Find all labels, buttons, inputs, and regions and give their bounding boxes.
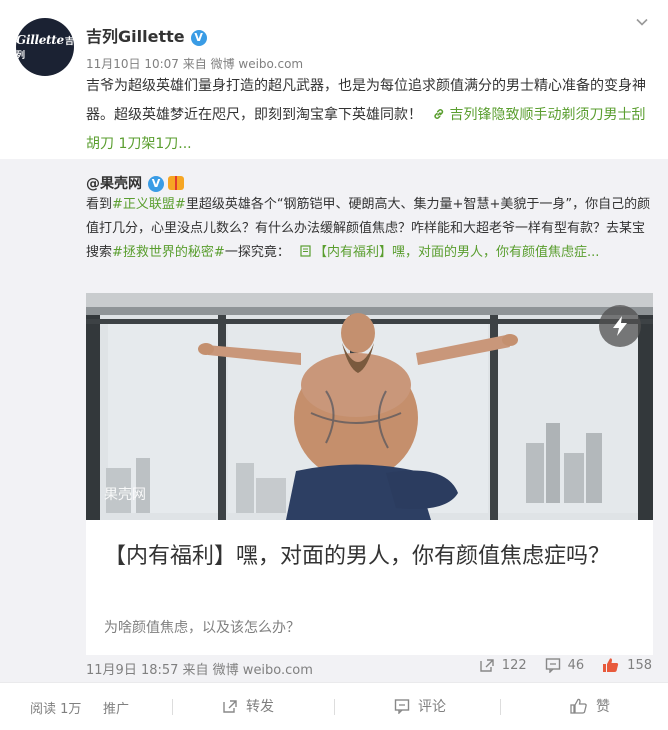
man-yoga-photo bbox=[86, 293, 653, 520]
gift-icon bbox=[168, 176, 184, 190]
like-icon bbox=[570, 698, 587, 714]
divider bbox=[334, 699, 335, 715]
repost-text: 看到#正义联盟#里超级英雄各个“钢筋铠甲、硬朗高大、集力量+智慧+美貌于一身”，… bbox=[86, 197, 651, 260]
article-title[interactable]: 【内有福利】嘿，对面的男人，你有颜值焦虑症吗？ bbox=[104, 540, 634, 573]
verified-icon: V bbox=[148, 176, 164, 192]
like-button[interactable]: 赞 bbox=[570, 696, 610, 716]
flash-icon[interactable] bbox=[599, 305, 641, 347]
post-text: 吉爷为超级英雄们量身打造的超凡武器，也是为每位追求颜值满分的男士精心准备的变身神… bbox=[86, 78, 646, 152]
verified-icon: V bbox=[190, 30, 207, 46]
repost-icon bbox=[223, 700, 237, 713]
read-count: 阅读 1万 bbox=[30, 702, 82, 717]
action-bar: 阅读 1万 推广 转发 评论 赞 bbox=[0, 682, 668, 730]
divider bbox=[500, 699, 501, 715]
repost-author[interactable]: @果壳网 V bbox=[86, 173, 184, 193]
avatar-logo: Gillette吉列 bbox=[16, 33, 74, 61]
comment-icon bbox=[545, 658, 560, 673]
repost-meta: 11月9日 18:57 来自 微博 weibo.com bbox=[86, 663, 313, 678]
link-icon bbox=[434, 109, 444, 119]
repost-container: @果壳网 V 看到#正义联盟#里超级英雄各个“钢筋铠甲、硬朗高大、集力量+智慧+美… bbox=[0, 159, 668, 682]
like-count[interactable]: 158 bbox=[602, 657, 652, 673]
article-link[interactable]: 【内有福利】嘿，对面的男人，你有颜值焦虑症... bbox=[294, 245, 599, 260]
watermark: 果壳网 bbox=[104, 487, 146, 503]
article-subtitle: 为啥颜值焦虑，以及该怎么办？ bbox=[104, 620, 300, 636]
hashtag-link[interactable]: #正义联盟# bbox=[112, 197, 186, 212]
repost-icon bbox=[480, 659, 494, 672]
post-meta: 11月10日 10:07 来自 微博 weibo.com bbox=[86, 57, 304, 71]
user-name[interactable]: 吉列Gillette V bbox=[86, 23, 207, 47]
avatar[interactable]: Gillette吉列 bbox=[16, 18, 74, 76]
comment-button[interactable]: 评论 bbox=[394, 696, 446, 716]
comment-count[interactable]: 46 bbox=[545, 657, 584, 673]
article-icon bbox=[300, 245, 311, 257]
divider bbox=[172, 699, 173, 715]
weibo-card: Gillette吉列 吉列Gillette V 11月10日 10:07 来自 微… bbox=[0, 0, 668, 730]
repost-stats: 122 46 158 bbox=[479, 657, 652, 673]
comment-icon bbox=[394, 699, 410, 714]
repost-count[interactable]: 122 bbox=[479, 657, 527, 673]
promote-button[interactable]: 推广 bbox=[103, 698, 129, 717]
chevron-down-icon[interactable] bbox=[636, 16, 648, 28]
article-card[interactable]: 【内有福利】嘿，对面的男人，你有颜值焦虑症吗？ 为啥颜值焦虑，以及该怎么办？ bbox=[86, 520, 653, 655]
article-cover-image[interactable]: 果壳网 bbox=[86, 293, 653, 520]
repost-button[interactable]: 转发 bbox=[222, 696, 274, 716]
like-icon bbox=[603, 658, 619, 672]
hashtag-link[interactable]: #拯救世界的秘密# bbox=[112, 245, 225, 260]
